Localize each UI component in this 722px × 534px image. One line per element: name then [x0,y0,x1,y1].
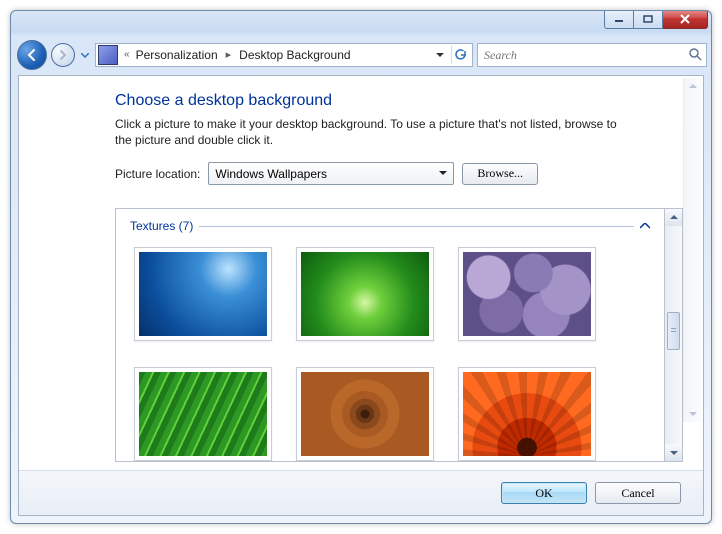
main-scroll-up-button[interactable] [684,78,701,95]
thumb-stones[interactable] [458,247,596,341]
search-input[interactable] [482,47,688,64]
address-dropdown-button[interactable] [431,46,449,64]
picture-location-dropdown[interactable]: Windows Wallpapers [208,162,454,185]
maximize-button[interactable] [634,10,663,29]
forward-button[interactable] [51,43,75,67]
refresh-button[interactable] [451,46,470,64]
back-button[interactable] [17,40,47,70]
navigation-row: « Personalization ▸ Desktop Background [11,39,711,73]
thumb-fish[interactable] [134,247,272,341]
thumb-wood[interactable] [296,367,434,461]
footer: OK Cancel [19,470,703,515]
address-bar[interactable]: « Personalization ▸ Desktop Background [95,43,473,67]
cancel-button[interactable]: Cancel [595,482,681,504]
caption-buttons [604,10,708,29]
thumb-flower[interactable] [458,367,596,461]
close-button[interactable] [663,10,708,29]
wallpaper-gallery: Textures (7) [115,208,665,462]
search-box[interactable] [477,43,707,67]
thumb-grass[interactable] [296,247,434,341]
chevron-down-icon [435,166,451,182]
browse-button[interactable]: Browse... [462,163,538,185]
picture-location-row: Picture location: Windows Wallpapers Bro… [115,162,683,185]
scroll-down-button[interactable] [665,444,682,461]
window-frame: « Personalization ▸ Desktop Background C… [10,10,712,524]
gallery-wrapper: Textures (7) [115,208,683,462]
thumb-leaf[interactable] [134,367,272,461]
gallery-scrollbar[interactable] [665,208,683,462]
main-content: Choose a desktop background Click a pict… [19,76,703,470]
picture-location-value: Windows Wallpapers [215,167,327,181]
chevron-up-icon [640,221,650,232]
group-divider [199,226,634,227]
chevron-right-icon[interactable]: ▸ [224,44,234,66]
main-scrollbar[interactable] [683,78,701,422]
search-icon [688,47,702,64]
scroll-thumb[interactable] [667,312,680,350]
ok-button[interactable]: OK [501,482,587,504]
thumbnails-grid [130,247,650,461]
minimize-button[interactable] [604,10,634,29]
chevron-back-icon[interactable]: « [122,44,130,66]
page-description: Click a picture to make it your desktop … [115,116,635,148]
title-bar[interactable] [11,11,711,39]
location-icon [98,45,118,65]
recent-pages-dropdown[interactable] [79,44,91,66]
breadcrumb-personalization[interactable]: Personalization [132,44,222,66]
group-header-label: Textures (7) [130,219,193,233]
group-header[interactable]: Textures (7) [130,219,650,233]
page-title: Choose a desktop background [115,92,683,110]
scroll-track[interactable] [665,226,682,444]
picture-location-label: Picture location: [115,167,200,181]
scroll-up-button[interactable] [665,209,682,226]
client-area: Choose a desktop background Click a pict… [18,75,704,516]
breadcrumb-desktop-background[interactable]: Desktop Background [235,44,354,66]
main-scroll-down-button[interactable] [684,405,701,422]
